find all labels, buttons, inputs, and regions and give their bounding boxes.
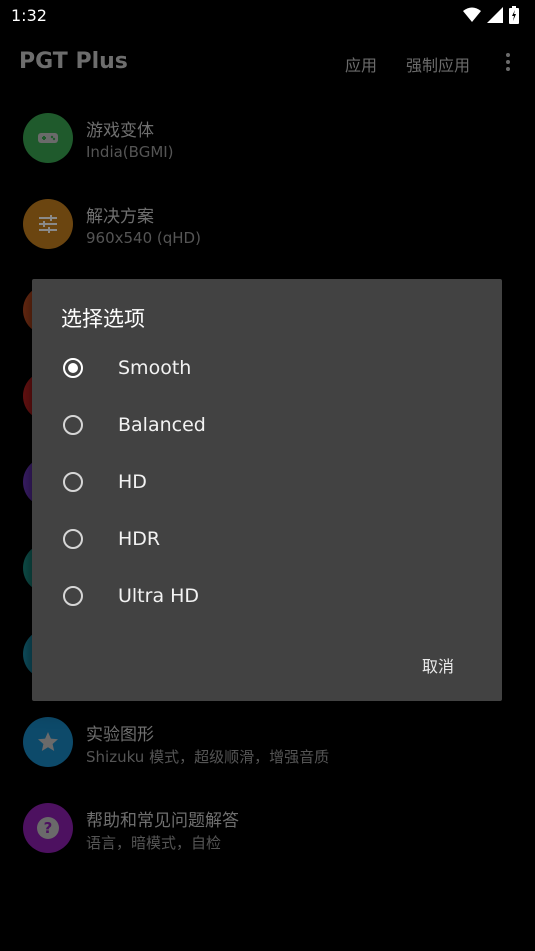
option-label: HDR: [118, 528, 161, 550]
cancel-button[interactable]: 取消: [422, 653, 454, 677]
radio-button[interactable]: [63, 586, 83, 606]
option-label: Ultra HD: [118, 585, 200, 607]
option-label: HD: [118, 471, 147, 493]
option-label: Balanced: [118, 414, 206, 436]
radio-button[interactable]: [63, 415, 83, 435]
option-balanced[interactable]: Balanced: [32, 399, 502, 456]
dialog-title: 选择选项: [61, 307, 145, 331]
option-label: Smooth: [118, 357, 192, 379]
option-hdr[interactable]: HDR: [32, 513, 502, 570]
radio-button[interactable]: [63, 529, 83, 549]
radio-button[interactable]: [63, 472, 83, 492]
option-smooth[interactable]: Smooth: [32, 342, 502, 399]
radio-button-checked[interactable]: [63, 358, 83, 378]
option-hd[interactable]: HD: [32, 456, 502, 513]
select-option-dialog: 选择选项 Smooth Balanced HD HDR Ultra HD 取消: [32, 279, 502, 701]
option-ultra-hd[interactable]: Ultra HD: [32, 570, 502, 627]
